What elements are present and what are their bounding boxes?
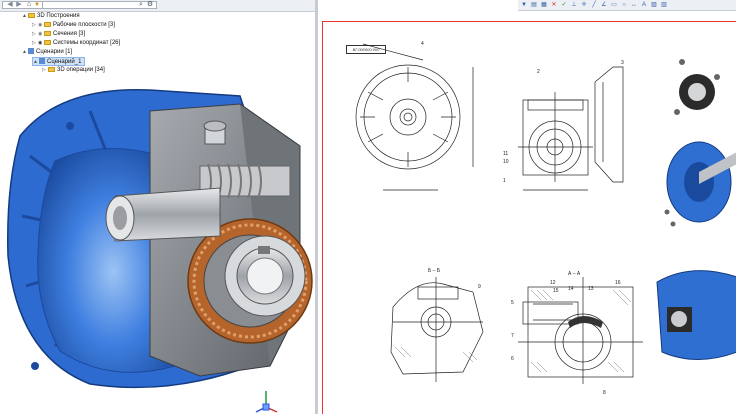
check-icon[interactable]: ✓ [560,1,568,9]
home-icon[interactable]: ⌂ [25,1,33,9]
callout-11: 11 [503,151,508,157]
callout-8: 8 [603,390,606,396]
gearbox-3d-model[interactable] [0,66,315,414]
drawing-toolbar: ▼ ▤ ▦ ✕ ✓ ⊥ ✛ ╱ ∠ ▭ ○ ↔ A ▧ ▥ [518,0,736,11]
folder-icon [28,12,35,18]
model-panel: ◀ ▶ ⌂ ▼ ⌕ ⚙ ▲ 3D Построения ▷ ◉ Рабочие пло… [0,0,315,414]
ortho-icon[interactable]: ⊥ [570,1,578,9]
drawing-panel: ▼ ▤ ▦ ✕ ✓ ⊥ ✛ ╱ ∠ ▭ ○ ↔ A ▧ ▥ ВГ.000000.… [318,0,736,414]
hatch-icon[interactable]: ▧ [650,1,658,9]
tree-item-scenario-1[interactable]: ▲ Сценарий_1 [32,57,86,66]
favorites-icon[interactable]: ▼ [33,1,41,9]
tree-item-3d-constructions[interactable]: ▲ 3D Построения [22,12,80,21]
filter-icon[interactable]: ▼ [520,1,528,9]
tree-item-label: Системы координат [26] [53,40,121,46]
gear-icon[interactable]: ⚙ [146,1,154,9]
folder-icon [44,21,51,27]
callout-10: 10 [503,159,509,165]
callout-9: 9 [478,284,481,290]
callout-16: 16 [615,280,621,286]
callout-4: 4 [421,41,424,47]
callout-7: 7 [511,333,514,339]
tree-item-label: Рабочие плоскости [3] [53,22,115,28]
drawing-sheet[interactable]: ВГ.000000.000 4 2 3 11 10 1 Б – Б А – А … [322,21,736,414]
callout-1: 1 [503,178,506,184]
rect-icon[interactable]: ▭ [610,1,618,9]
tree-item-sections[interactable]: ▷ ◉ Сечения [3] [32,30,85,39]
tree-item-scenarios[interactable]: ▲ Сценарии [1] [22,48,72,57]
callout-12: 12 [550,280,556,286]
tree-item-coordinate-systems[interactable]: ▷ ◉ Системы координат [26] [32,39,120,48]
tree-item-label: Сценарий_1 [47,59,82,65]
scenario-icon [39,58,45,65]
line-icon[interactable]: ╱ [590,1,598,9]
back-icon[interactable]: ◀ [6,1,14,9]
folder-icon [44,39,51,45]
callout-15: 15 [553,288,559,294]
section-label-b: Б – Б [428,268,441,274]
tree-item-label: Сечения [3] [53,31,86,37]
callout-3: 3 [621,60,624,66]
snap-icon[interactable]: ✕ [550,1,558,9]
folder-icon [44,30,51,36]
section-label-a: А – А [568,271,581,277]
layers-icon[interactable]: ▤ [530,1,538,9]
tree-item-work-planes[interactable]: ▷ ◉ Рабочие плоскости [3] [32,21,115,30]
callout-13: 13 [588,286,594,292]
search-icon[interactable]: ⌕ [137,1,145,9]
scenario-icon [28,48,34,55]
dimension-icon[interactable]: ↔ [630,1,638,9]
callout-6: 6 [511,356,514,362]
tree-item-label: 3D Построения [37,13,80,19]
circle-icon[interactable]: ○ [620,1,628,9]
table-icon[interactable]: ▥ [660,1,668,9]
text-icon[interactable]: A [640,1,648,9]
callout-14: 14 [568,286,574,292]
cursor-icon[interactable]: ✛ [580,1,588,9]
grid-icon[interactable]: ▦ [540,1,548,9]
exploded-parts-3d [656,59,736,360]
tree-toolbar: ◀ ▶ ⌂ ▼ ⌕ ⚙ [0,0,315,12]
tree-item-label: Сценарии [1] [36,49,73,55]
forward-icon[interactable]: ▶ [15,1,23,9]
angle-icon[interactable]: ∠ [600,1,608,9]
coordinate-axes-icon [255,391,278,413]
callout-5: 5 [511,300,514,306]
callout-2: 2 [537,69,540,75]
